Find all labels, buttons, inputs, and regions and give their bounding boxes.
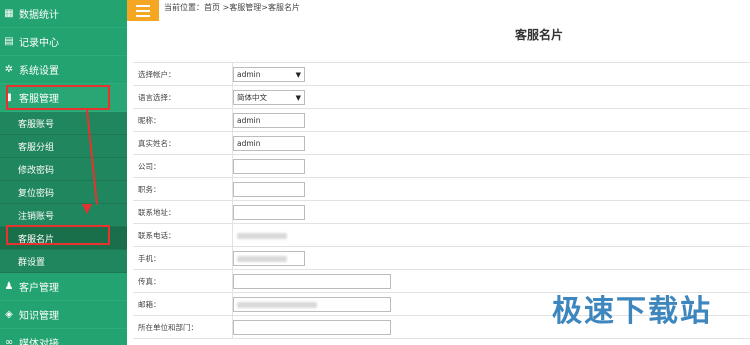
field-label: 联系地址： xyxy=(133,201,233,223)
subnav-item-label: 客服名片 xyxy=(18,234,55,245)
nav-item-label: 媒体对接 xyxy=(19,339,59,345)
phone-input[interactable] xyxy=(233,228,305,243)
link-icon: ∞ xyxy=(4,337,14,345)
annotation-arrow-head xyxy=(82,204,92,214)
hamburger-icon xyxy=(136,4,150,7)
field-label: 邮箱： xyxy=(133,293,233,315)
field-label: 所在单位和部门： xyxy=(133,316,233,338)
subnav-item-cancel-account[interactable]: 注销账号 xyxy=(0,204,127,227)
layers-icon: ◈ xyxy=(5,309,13,320)
email-input[interactable] xyxy=(233,297,391,312)
nav-item-label: 数据统计 xyxy=(19,10,59,21)
fax-input[interactable] xyxy=(233,274,391,289)
form-row-address: 联系地址： xyxy=(133,201,750,224)
nav-item-label: 记录中心 xyxy=(19,38,59,49)
position-input[interactable] xyxy=(233,182,305,197)
breadcrumb: 当前位置：首页 >客服管理>客服名片 xyxy=(164,3,300,12)
field-label: 公司： xyxy=(133,155,233,177)
nav-item-records[interactable]: ▤ 记录中心 xyxy=(0,28,127,56)
caret-down-icon: ▼ xyxy=(295,93,301,102)
redacted-value xyxy=(237,232,287,239)
address-input[interactable] xyxy=(233,205,305,220)
form-row-language: 语言选择： 简体中文 ▼ xyxy=(133,86,750,109)
nav-item-label: 系统设置 xyxy=(19,66,59,77)
subnav-item-service-group[interactable]: 客服分组 xyxy=(0,135,127,158)
user-icon: ▮ xyxy=(6,92,12,103)
nav-item-customer-management[interactable]: ♟ 客户管理 xyxy=(0,273,127,301)
subnav-item-business-card[interactable]: 客服名片 xyxy=(0,227,127,250)
users-icon: ♟ xyxy=(4,281,14,292)
nav-item-label: 客户管理 xyxy=(19,283,59,294)
page-title: 客服名片 xyxy=(515,28,564,42)
field-label: 传真： xyxy=(133,270,233,292)
nav-item-label: 知识管理 xyxy=(19,311,59,322)
account-select[interactable]: admin ▼ xyxy=(233,67,305,82)
nav-item-media[interactable]: ∞ 媒体对接 xyxy=(0,329,127,345)
field-label: 语言选择： xyxy=(133,86,233,108)
nav-item-label: 客服管理 xyxy=(19,94,59,105)
nickname-input[interactable]: admin xyxy=(233,113,305,128)
field-label: 昵称： xyxy=(133,109,233,131)
redacted-value xyxy=(237,255,287,262)
form-row-company: 公司： xyxy=(133,155,750,178)
watermark-logo: 极速下载站 xyxy=(552,294,712,329)
subnav-item-group-settings[interactable]: 群设置 xyxy=(0,250,127,273)
field-label: 真实姓名： xyxy=(133,132,233,154)
sidebar: ▦ 数据统计 ▤ 记录中心 ✲ 系统设置 ▮ 客服管理 客服账号 客服分组 修改… xyxy=(0,0,127,345)
realname-input[interactable]: admin xyxy=(233,136,305,151)
field-label: 选择帐户： xyxy=(133,63,233,85)
subnav-item-service-account[interactable]: 客服账号 xyxy=(0,112,127,135)
form-row-account: 选择帐户： admin ▼ xyxy=(133,63,750,86)
subnav-item-reset-password[interactable]: 复位密码 xyxy=(0,181,127,204)
form-row-nickname: 昵称： admin xyxy=(133,109,750,132)
subnav-item-label: 修改密码 xyxy=(18,165,55,176)
company-input[interactable] xyxy=(233,159,305,174)
service-submenu: 客服账号 客服分组 修改密码 复位密码 注销账号 客服名片 群设置 xyxy=(0,112,127,273)
grid-icon: ▦ xyxy=(4,8,14,19)
select-value: admin xyxy=(237,70,261,79)
subnav-item-change-password[interactable]: 修改密码 xyxy=(0,158,127,181)
nav-item-settings[interactable]: ✲ 系统设置 xyxy=(0,56,127,84)
form-row-mobile: 手机： xyxy=(133,247,750,270)
department-input[interactable] xyxy=(233,320,391,335)
field-label: 联系电话： xyxy=(133,224,233,246)
menu-toggle-button[interactable] xyxy=(127,0,159,21)
form-row-phone: 联系电话： xyxy=(133,224,750,247)
nav-item-knowledge-management[interactable]: ◈ 知识管理 xyxy=(0,301,127,329)
clipboard-icon: ▤ xyxy=(4,36,14,47)
nav-item-data-stats[interactable]: ▦ 数据统计 xyxy=(0,0,127,28)
mobile-input[interactable] xyxy=(233,251,305,266)
subnav-item-label: 复位密码 xyxy=(18,188,55,199)
language-select[interactable]: 简体中文 ▼ xyxy=(233,90,305,105)
subnav-item-label: 注销账号 xyxy=(18,211,55,222)
redacted-value xyxy=(237,301,317,308)
gear-icon: ✲ xyxy=(4,64,14,75)
subnav-item-label: 客服分组 xyxy=(18,142,55,153)
select-value: 简体中文 xyxy=(237,93,267,102)
form-row-realname: 真实姓名： admin xyxy=(133,132,750,155)
field-label: 手机： xyxy=(133,247,233,269)
field-label: 职务： xyxy=(133,178,233,200)
nav-item-service-management[interactable]: ▮ 客服管理 xyxy=(0,84,127,112)
subnav-item-label: 客服账号 xyxy=(18,119,55,130)
caret-down-icon: ▼ xyxy=(295,70,301,79)
subnav-item-label: 群设置 xyxy=(18,257,46,268)
form-row-position: 职务： xyxy=(133,178,750,201)
